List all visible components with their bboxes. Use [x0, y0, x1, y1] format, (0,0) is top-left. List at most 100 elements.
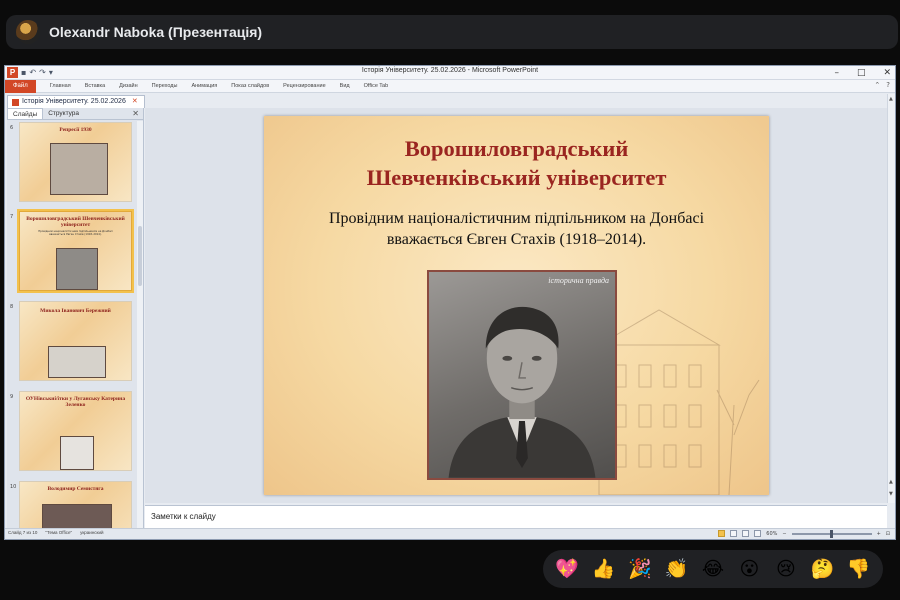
ribbon-collapse-icon[interactable]: ⌃: [874, 81, 880, 89]
slide-vertical-scrollbar[interactable]: ▲ ▲ ▼: [887, 94, 895, 503]
ribbon-tabs: Файл Главная Вставка Дизайн Переходы Ани…: [5, 79, 895, 93]
thumbnail-title: Репресії 1930: [59, 127, 92, 133]
title-bar: P ▪ ↶ ↷ ▾ Історія Університету. 25.02.20…: [5, 66, 895, 80]
thumbnail-portrait: [60, 436, 94, 470]
thumbnail-number: 10: [10, 484, 17, 490]
tab-animations[interactable]: Анимация: [191, 83, 217, 89]
maximize-button[interactable]: □: [857, 66, 866, 80]
fit-slide-icon[interactable]: ⊡: [886, 531, 890, 537]
slide-thumbnail[interactable]: ОУНівськиі/ітки у Луганську Катерина Зел…: [19, 391, 132, 471]
thumbnail-image: [50, 143, 108, 195]
slide-counter: Слайд 7 из 10: [8, 530, 38, 535]
zoom-out-icon[interactable]: −: [782, 531, 786, 537]
previous-slide-icon[interactable]: ▲: [889, 479, 893, 485]
close-button[interactable]: ✕: [883, 66, 891, 80]
zoom-slider-handle[interactable]: [829, 529, 833, 538]
zoom-level[interactable]: 60%: [766, 531, 777, 537]
tab-outline[interactable]: Структура: [43, 108, 84, 119]
scroll-up-icon[interactable]: ▲: [889, 96, 893, 102]
thumbnail-portrait: [56, 248, 98, 290]
presenter-bar: Olexandr Naboka (Презентація): [6, 15, 898, 49]
tab-transitions[interactable]: Переходы: [152, 83, 178, 89]
thumbnail-number: 7: [10, 214, 14, 220]
portrait-photo[interactable]: історична правда: [427, 270, 617, 480]
zoom-in-icon[interactable]: +: [877, 531, 881, 537]
help-icon[interactable]: ?: [886, 81, 890, 89]
window-title: Історія Університету. 25.02.2026 - Micro…: [361, 67, 539, 74]
pane-close-icon[interactable]: ✕: [132, 109, 139, 118]
thumbnail-list: 6 Репресії 1930 7 Ворошиловградський Шев…: [7, 121, 138, 528]
thumbnail-image: [48, 346, 106, 378]
thumbnail-title: Володимир Семистяга: [47, 486, 104, 492]
notes-pane[interactable]: Заметки к слайду: [145, 505, 887, 528]
thumbnail-title: Микола Іванович Бережний: [40, 308, 111, 314]
slide-thumbnail[interactable]: Володимир Семистяга: [19, 481, 132, 528]
reactions-bar: 💖 👍 🎉 👏 😂 😮 😢 🤔 👎: [543, 550, 883, 588]
current-slide[interactable]: Ворошиловградський Шевченківський універ…: [264, 116, 769, 495]
tab-office-tab[interactable]: Office Tab: [364, 83, 389, 89]
thinking-reaction-icon[interactable]: 🤔: [808, 555, 836, 583]
status-left: Слайд 7 из 10 "Тема Office" украинский: [8, 530, 104, 535]
slide-thumbnail[interactable]: Репресії 1930: [19, 122, 132, 202]
slide-body-line: Провідним націоналістичним підпільником …: [328, 210, 705, 227]
thumbnail-row: 6 Репресії 1930: [7, 122, 138, 202]
document-tab-label: Історія Університету. 25.02.2026: [22, 98, 126, 105]
slide-sorter-button[interactable]: [730, 530, 738, 537]
pane-tabs: Слайды Структура ✕: [7, 108, 143, 120]
document-icon: [12, 98, 19, 106]
status-right: 60% − + ⊡: [718, 529, 890, 538]
minimize-button[interactable]: –: [834, 66, 839, 80]
tab-home[interactable]: Главная: [50, 83, 71, 89]
slide-body-line: вважається Євген Стахів (1918–2014).: [386, 231, 647, 248]
tab-review[interactable]: Рецензирование: [283, 83, 325, 89]
thumbnail-title: ОУНівськиі/ітки у Луганську Катерина Зел…: [25, 396, 126, 408]
tab-design[interactable]: Дизайн: [119, 83, 138, 89]
thumbnail-image: [42, 504, 112, 528]
slide-thumbnail[interactable]: Микола Іванович Бережний: [19, 301, 132, 381]
slide-title-line: Шевченківський університет: [366, 165, 667, 190]
thumbs-down-reaction-icon[interactable]: 👎: [845, 555, 873, 583]
thumbnail-row: 10 Володимир Семистяга: [7, 481, 138, 528]
tab-slides[interactable]: Слайды: [7, 108, 44, 119]
tab-slideshow[interactable]: Показ слайдов: [231, 83, 269, 89]
reading-view-button[interactable]: [742, 530, 750, 537]
presenter-avatar: [16, 20, 40, 44]
thumbnail-scrollbar[interactable]: [137, 121, 143, 528]
laugh-reaction-icon[interactable]: 😂: [699, 555, 727, 583]
slide-title-line: Ворошиловградський: [404, 136, 629, 161]
slide-thumbnail-selected[interactable]: Ворошиловградський Шевченківський універ…: [17, 209, 134, 293]
thumbnail-number: 9: [10, 394, 14, 400]
meet-header: Olexandr Naboka (Презентація): [0, 0, 900, 60]
surprised-reaction-icon[interactable]: 😮: [735, 555, 763, 583]
slide-editor: Ворошиловградський Шевченківський універ…: [145, 108, 887, 503]
scrollbar-thumb[interactable]: [138, 226, 142, 286]
portrait-figure: [448, 306, 596, 478]
thumbnail-row: 7 Ворошиловградський Шевченківський унів…: [7, 209, 138, 293]
slideshow-button[interactable]: [754, 530, 762, 537]
ribbon-right-controls: ⌃ ?: [874, 81, 890, 89]
normal-view-button[interactable]: [718, 530, 726, 537]
document-tab[interactable]: Історія Університету. 25.02.2026 ✕: [7, 95, 145, 108]
document-tabs: Історія Університету. 25.02.2026 ✕: [5, 94, 895, 108]
thumbnail-number: 6: [10, 125, 14, 131]
party-reaction-icon[interactable]: 🎉: [626, 555, 654, 583]
thumbnail-row: 8 Микола Іванович Бережний: [7, 301, 138, 381]
slide-body-text[interactable]: Провідним націоналістичним підпільником …: [284, 208, 749, 250]
theme-name: "Тема Office": [45, 530, 73, 535]
thumbnail-row: 9 ОУНівськиі/ітки у Луганську Катерина З…: [7, 391, 138, 471]
tab-insert[interactable]: Вставка: [85, 83, 105, 89]
document-tab-close-icon[interactable]: ✕: [132, 96, 138, 108]
tab-file[interactable]: Файл: [5, 79, 36, 93]
thumbnail-title: Ворошиловградський Шевченківський універ…: [26, 216, 125, 228]
status-bar: Слайд 7 из 10 "Тема Office" украинский 6…: [5, 528, 895, 539]
heart-reaction-icon[interactable]: 💖: [553, 555, 581, 583]
next-slide-icon[interactable]: ▼: [889, 491, 893, 497]
clap-reaction-icon[interactable]: 👏: [663, 555, 691, 583]
zoom-slider[interactable]: [791, 529, 872, 538]
sad-reaction-icon[interactable]: 😢: [772, 555, 800, 583]
thumbs-up-reaction-icon[interactable]: 👍: [590, 555, 618, 583]
language-indicator[interactable]: украинский: [80, 530, 103, 535]
notes-placeholder: Заметки к слайду: [151, 512, 216, 521]
slide-title[interactable]: Ворошиловградський Шевченківський універ…: [264, 134, 769, 192]
tab-view[interactable]: Вид: [340, 83, 350, 89]
